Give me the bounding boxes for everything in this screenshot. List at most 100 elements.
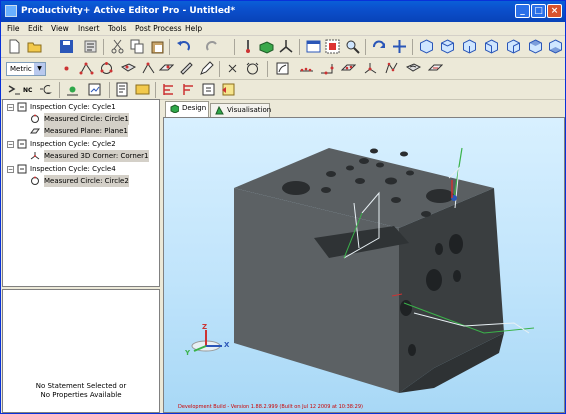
hole [408,344,416,356]
comment-icon[interactable] [221,82,236,97]
view-front-icon[interactable] [440,39,455,54]
assignment-icon[interactable] [201,82,216,97]
sphere-feature-icon[interactable] [245,61,260,76]
tab-visualisation[interactable]: Visualisation [210,103,271,117]
plane-feature-icon [30,128,40,134]
rotate-icon[interactable] [372,39,387,54]
view-window-icon[interactable] [306,39,321,54]
hole [449,234,463,254]
part-model-icon[interactable] [259,39,274,54]
probe-icon[interactable] [241,39,256,54]
hole [400,300,412,316]
view-back-icon[interactable] [462,39,477,54]
menu-tools[interactable]: Tools [108,24,126,33]
collapse-toggle[interactable]: − [7,141,14,148]
undo-icon[interactable] [176,39,191,54]
open-folder-icon[interactable] [27,39,42,54]
build-info-text: Development Build - Version 1.88.2.999 (… [178,404,363,410]
if-statement-icon[interactable] [161,82,176,97]
hole [385,177,397,185]
copy-icon[interactable] [130,39,145,54]
pan-icon[interactable] [392,39,407,54]
point-icon[interactable] [59,61,74,76]
cross-point-icon[interactable] [225,61,240,76]
cylinder-feature-icon[interactable] [121,61,136,76]
units-select[interactable]: Metric ▼ [6,62,46,76]
maximize-button[interactable]: □ [531,4,546,18]
hole [282,181,310,195]
edit-icon[interactable] [199,61,214,76]
paste-icon[interactable] [150,39,165,54]
view-left-icon[interactable] [484,39,499,54]
report-icon[interactable] [115,82,130,97]
close-button[interactable]: × [547,4,562,18]
properties-icon[interactable] [83,39,98,54]
plane-feature-icon[interactable] [159,61,174,76]
title-bar[interactable]: Productivity+ Active Editor Pro - Untitl… [1,1,565,22]
tree-node-label: Inspection Cycle: Cycle1 [30,103,116,111]
line-feature-icon[interactable] [79,61,94,76]
corner-feature-icon [30,152,40,160]
redo-icon[interactable] [205,39,220,54]
menu-insert[interactable]: Insert [78,24,100,33]
tree-node-label: Inspection Cycle: Cycle2 [30,140,116,148]
tab-design[interactable]: Design [165,101,209,117]
operator-prompt-icon[interactable] [7,82,22,97]
hole [435,243,443,255]
probe-measure-icon[interactable] [65,82,80,97]
visualisation-icon [215,106,224,115]
new-document-icon[interactable] [7,39,22,54]
chevron-down-icon: ▼ [34,63,45,75]
features-toolbar: Metric ▼ [1,58,565,80]
menu-file[interactable]: File [7,24,20,33]
hole [426,269,442,291]
axis-triad-icon[interactable] [279,39,294,54]
menu-view[interactable]: View [51,24,69,33]
view-right-icon[interactable] [506,39,521,54]
hole [400,151,408,157]
collapse-toggle[interactable]: − [7,104,14,111]
menu-post-process[interactable]: Post Process [135,24,182,33]
pocket-feature-icon[interactable] [406,61,421,76]
menu-edit[interactable]: Edit [28,24,43,33]
g-code-icon[interactable] [39,82,54,97]
hole [406,170,414,176]
tree-node-label: Measured Plane: Plane1 [44,125,128,137]
program-tree[interactable]: − Inspection Cycle: Cycle1 Measured Circ… [2,99,160,287]
view-top-icon[interactable] [528,39,543,54]
cut-icon[interactable] [110,39,125,54]
circle-feature-icon [31,114,39,123]
corner-3d-icon[interactable] [363,61,378,76]
y-axis-label: Y [185,349,191,357]
circle-feature-icon [31,176,39,185]
tree-node-label: Inspection Cycle: Cycle4 [30,165,116,173]
boss-feature-icon[interactable] [428,61,443,76]
web-feature-icon[interactable] [384,61,399,76]
cycle-icon [17,102,27,112]
view-iso-icon[interactable] [419,39,434,54]
output-icon[interactable] [135,82,150,97]
move-probe-icon[interactable] [87,82,102,97]
point-cloud-icon[interactable] [299,61,314,76]
curve-feature-icon[interactable] [275,61,290,76]
part-model[interactable] [164,118,565,413]
surface-point-icon[interactable] [341,61,356,76]
properties-panel: No Statement Selected or No Properties A… [2,289,160,413]
circle-feature-icon[interactable] [99,61,114,76]
tree-node-label: Measured Circle: Circle1 [44,113,129,125]
nc-code-label[interactable]: NC [23,87,32,94]
zoom-icon[interactable] [345,39,360,54]
save-icon[interactable] [59,39,74,54]
slot-feature-icon[interactable] [179,61,194,76]
view-bottom-icon[interactable] [548,39,563,54]
hole [421,211,431,217]
3d-viewport[interactable]: Z X Y Development Build - Version 1.88.2… [163,117,565,413]
cone-feature-icon[interactable] [141,61,156,76]
collapse-toggle[interactable]: − [7,166,14,173]
zoom-window-icon[interactable] [325,39,340,54]
loop-statement-icon[interactable] [181,82,196,97]
menu-help[interactable]: Help [185,24,202,33]
edge-point-icon[interactable] [319,61,334,76]
minimize-button[interactable]: _ [515,4,530,18]
cycle-icon [17,164,27,174]
